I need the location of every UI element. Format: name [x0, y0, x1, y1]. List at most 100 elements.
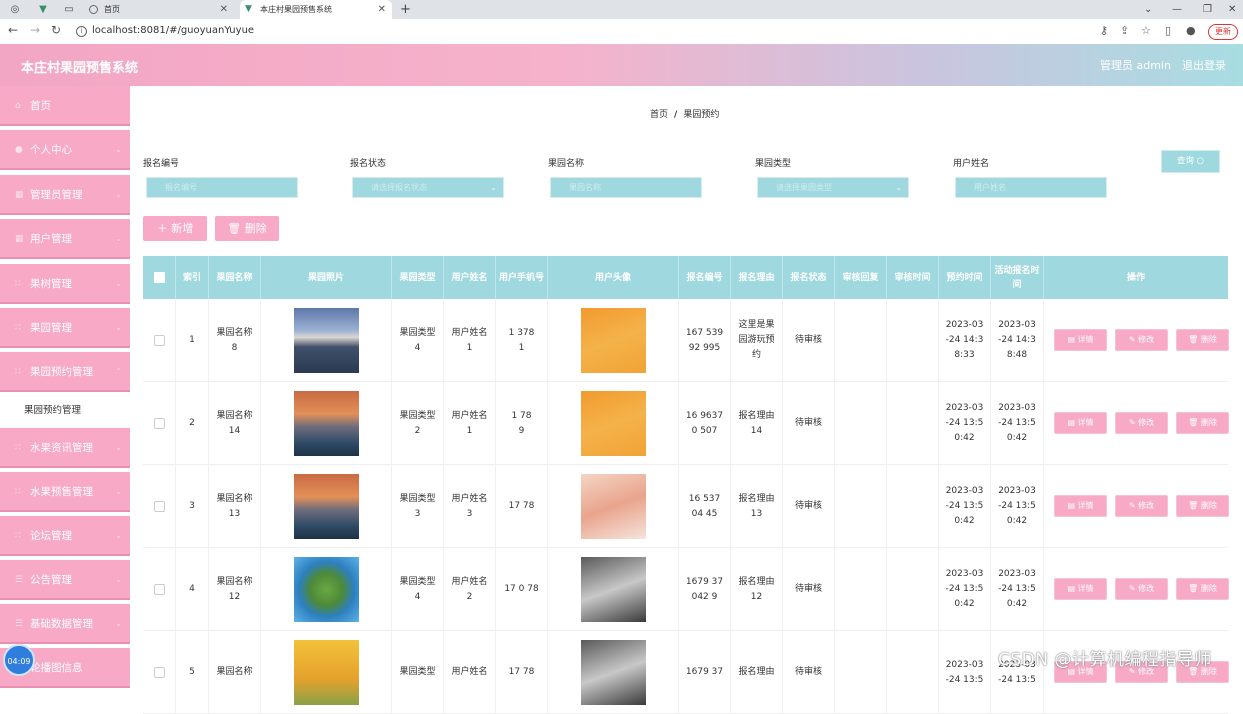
restore-button[interactable]: ❐	[1203, 0, 1212, 19]
sidebar-item-trees[interactable]: ∷ 果树管理 ⌄	[0, 264, 130, 304]
close-icon[interactable]: ✕	[220, 0, 228, 19]
row-delete-button[interactable]: 🗑 删除	[1176, 329, 1229, 351]
user-avatar	[580, 308, 646, 373]
cell-review-time	[887, 465, 939, 548]
sidebar-item-notices[interactable]: ☰ 公告管理 ⌄	[0, 560, 130, 600]
breadcrumb-home[interactable]: 首页	[650, 110, 668, 120]
button-label: 删除	[1200, 501, 1217, 510]
back-arrow-icon[interactable]: ←	[8, 23, 18, 37]
cell-user: 用户姓名	[444, 631, 496, 714]
window-close-button[interactable]: ✕	[1228, 0, 1236, 19]
sidebar-item-basedata[interactable]: ☰ 基础数据管理 ⌄	[0, 604, 130, 644]
row-delete-button[interactable]: 🗑 删除	[1176, 495, 1229, 517]
button-label: 删除	[1200, 418, 1217, 427]
sidebar-item-home[interactable]: ⌂ 首页	[0, 86, 130, 126]
row-checkbox[interactable]	[153, 667, 165, 678]
add-button[interactable]: ＋ 新增	[143, 216, 207, 241]
chevron-down-icon: ⌄	[490, 183, 497, 192]
key-icon[interactable]: ⚷	[1100, 24, 1108, 37]
th-user: 用户姓名	[444, 256, 496, 299]
sidebar-item-bookings[interactable]: ∷ 果园预约管理 ⌃	[0, 352, 130, 392]
new-tab-button[interactable]: +	[400, 0, 411, 19]
sidebar-item-admins[interactable]: ▦ 管理员管理 ⌄	[0, 175, 130, 215]
list-icon: ☰	[15, 619, 24, 629]
cell-signup-time: 2023-03 -24 13:5 0:42	[991, 548, 1044, 631]
th-actions: 操作	[1126, 272, 1145, 283]
tab-app[interactable]: ▼ 本庄村果园预售系统 ✕	[240, 0, 392, 19]
menu-icon: ▦	[15, 190, 24, 200]
delete-button[interactable]: 🗑 删除	[215, 216, 279, 241]
search-icon: ○	[1196, 156, 1205, 166]
sidebar-item-label: 水果资讯管理	[30, 442, 93, 454]
cell-type: 果园类型 4	[392, 299, 444, 382]
browser-tab-icon[interactable]: ◎	[8, 3, 22, 16]
user-avatar	[580, 474, 646, 539]
type-select[interactable]: 请选择果园类型 ⌄	[757, 177, 909, 198]
cell-status: 待审核	[783, 631, 835, 714]
vue-tab-icon[interactable]: ▼	[36, 3, 50, 16]
profile-icon[interactable]: ●	[1186, 24, 1196, 37]
list-icon: ☰	[15, 575, 24, 585]
share-icon[interactable]: ⇪	[1120, 24, 1129, 37]
forward-arrow-icon[interactable]: →	[30, 23, 40, 37]
update-button[interactable]: 更新	[1208, 24, 1238, 40]
star-icon[interactable]: ☆	[1141, 24, 1151, 37]
sidebar-item-orchards[interactable]: ∷ 果园管理 ⌄	[0, 308, 130, 348]
detail-button[interactable]: ▤ 详情	[1054, 412, 1107, 434]
close-icon[interactable]: ✕	[378, 0, 386, 19]
orchard-search-input[interactable]: 果园名称	[550, 177, 702, 198]
cell-type: 果园类型	[392, 631, 444, 714]
url-input[interactable]: localhost:8081/#/guoyuanYuyue	[92, 25, 254, 36]
user-search-input[interactable]: 用户姓名	[955, 177, 1107, 198]
row-delete-button[interactable]: 🗑 删除	[1176, 578, 1229, 600]
row-checkbox[interactable]	[153, 418, 165, 429]
detail-button[interactable]: ▤ 详情	[1054, 329, 1107, 351]
vue-icon: ▼	[245, 4, 252, 14]
row-checkbox[interactable]	[153, 584, 165, 595]
sidebar-item-label: 果园预约管理	[30, 366, 93, 378]
detail-button[interactable]: ▤ 详情	[1054, 495, 1107, 517]
tab-home[interactable]: 首页 ✕	[84, 0, 234, 19]
th-photo: 果园照片	[261, 256, 392, 299]
row-checkbox[interactable]	[153, 335, 165, 346]
document-icon: ▤	[1067, 501, 1078, 510]
sidebar-panel-icon[interactable]: ▯	[1165, 24, 1171, 37]
cell-review-time	[887, 382, 939, 465]
logout-link[interactable]: 退出登录	[1182, 57, 1226, 73]
cell-type: 果园类型 4	[392, 548, 444, 631]
cell-book-time: 2023-03 -24 13:5 0:42	[939, 548, 991, 631]
sidebar-item-presale[interactable]: ∷ 水果预售管理 ⌄	[0, 472, 130, 512]
sidebar-item-news[interactable]: ∷ 水果资讯管理 ⌄	[0, 428, 130, 468]
status-select[interactable]: 请选择报名状态 ⌄	[352, 177, 504, 198]
th-reason: 报名理由	[731, 256, 783, 299]
user-icon: ●	[15, 145, 23, 155]
row-checkbox[interactable]	[153, 501, 165, 512]
edit-button[interactable]: ✎ 修改	[1115, 495, 1168, 517]
edit-button[interactable]: ✎ 修改	[1115, 412, 1168, 434]
select-all-checkbox[interactable]	[153, 272, 165, 283]
row-select-cell	[143, 631, 176, 714]
sidebar-item-profile[interactable]: ● 个人中心 ⌄	[0, 130, 130, 170]
minimize-button[interactable]: —	[1172, 0, 1182, 19]
row-delete-button[interactable]: 🗑 删除	[1176, 412, 1229, 434]
sidebar-item-forum[interactable]: ∷ 论坛管理 ⌄	[0, 516, 130, 556]
menu-icon: ▦	[15, 234, 24, 244]
blank-tab-icon[interactable]: ▭	[62, 3, 76, 16]
code-search-input[interactable]: 报名编号	[146, 177, 298, 198]
sidebar-item-users[interactable]: ▦ 用户管理 ⌄	[0, 219, 130, 259]
info-icon[interactable]: i	[76, 26, 87, 37]
sidebar-item-label: 轮播图信息	[30, 662, 83, 674]
chevron-down-icon[interactable]: ⌄	[1144, 0, 1152, 19]
edit-button[interactable]: ✎ 修改	[1115, 329, 1168, 351]
cell-book-time: 2023-03 -24 13:5 0:42	[939, 465, 991, 548]
sidebar-item-label: 果园管理	[30, 322, 72, 334]
sidebar-subitem-bookings[interactable]: 果园预约管理	[0, 396, 130, 426]
cell-code: 1679 37	[679, 631, 731, 714]
sidebar-item-label: 基础数据管理	[30, 618, 93, 630]
edit-button[interactable]: ✎ 修改	[1115, 578, 1168, 600]
add-label: 新增	[171, 222, 194, 235]
reload-icon[interactable]: ↻	[51, 23, 61, 37]
detail-button[interactable]: ▤ 详情	[1054, 578, 1107, 600]
query-button[interactable]: 查询 ○	[1161, 150, 1220, 173]
placeholder: 请选择果园类型	[776, 183, 832, 192]
